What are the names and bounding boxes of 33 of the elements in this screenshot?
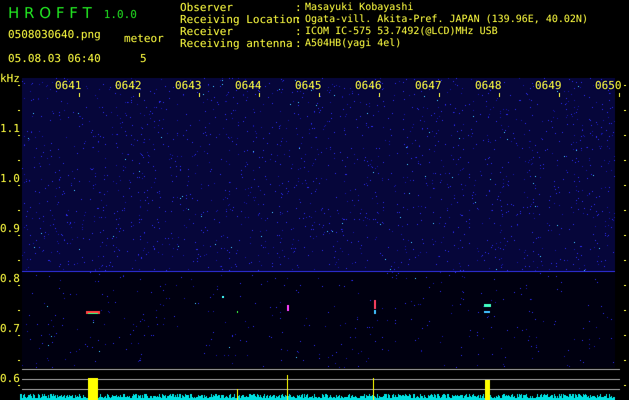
meteor-count: 5 [140,51,147,67]
time-label: 0646 [355,80,382,91]
time-label: 0642 [115,80,142,91]
separator: : [295,38,303,50]
axis-label: 1.0 [0,173,20,184]
field-value: A504HB(yagi 4el) [305,38,402,50]
separator: : [295,2,303,14]
axis-label: 0.9 [0,223,20,234]
meteor-label: meteor [124,30,164,46]
axis-unit: kHz [0,73,20,84]
file-name: 0508030640.png [8,26,102,42]
time-label: 0648 [475,80,502,91]
axis-label: 1.1 [0,123,20,134]
separator: : [295,26,303,38]
field-value: Masayuki Kobayashi [305,2,414,14]
app-version: 1.0.0 [104,7,137,23]
axis-label: 0.8 [0,273,20,284]
time-label: 0645 [295,80,322,91]
axis-label: 0.7 [0,323,20,334]
time-label: 0643 [175,80,202,91]
axis-label: 0.6 [0,373,20,384]
time-label: 0649 [535,80,562,91]
field-label: Receiver [180,26,233,38]
field-label: Observer [180,2,234,14]
time-label: 0650 [595,80,622,91]
field-value: Ogata-vill. Akita-Pref. JAPAN (139.96E, 40.02N) [305,14,588,26]
field-value: ICOM IC-575 53.7492(@LCD)MHz USB [305,26,498,38]
date-time: 05.08.03 06:40 [8,51,102,67]
time-label: 0644 [235,80,262,91]
field-label: Receiving antenna [180,38,294,50]
app-name: H R O F F T [8,3,92,24]
time-label: 0641 [55,80,82,91]
time-label: 0647 [415,80,442,91]
